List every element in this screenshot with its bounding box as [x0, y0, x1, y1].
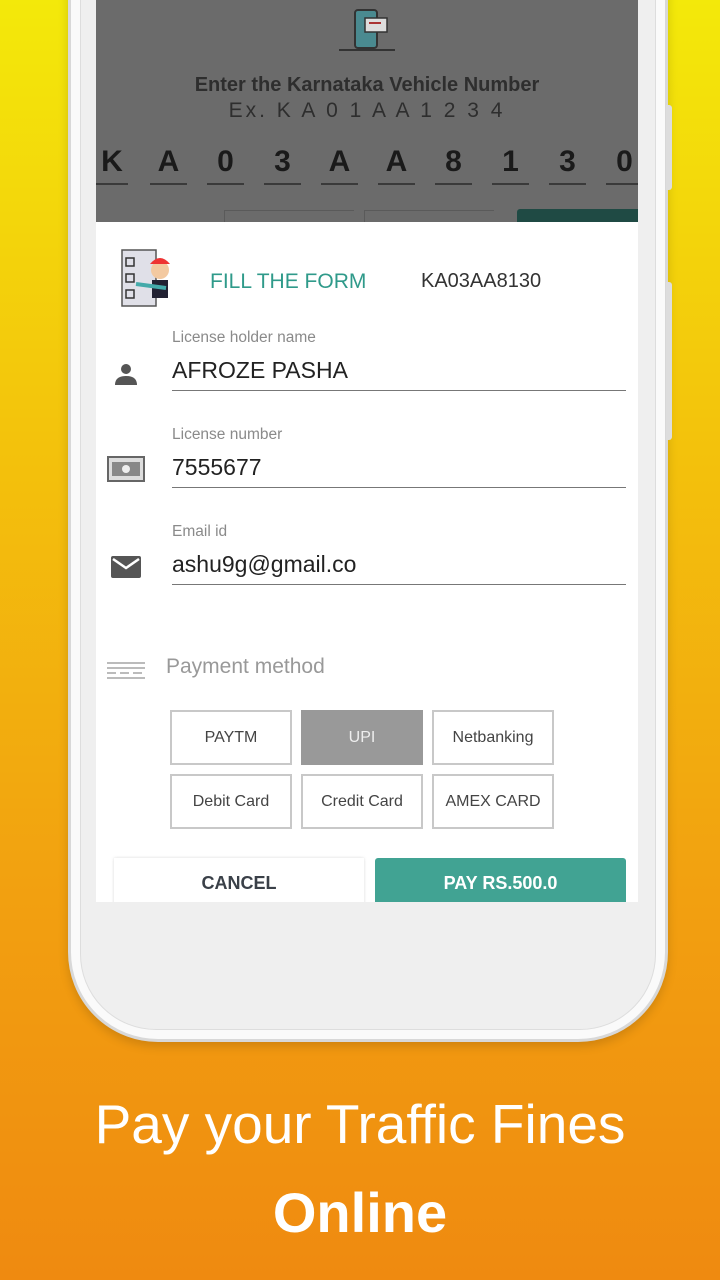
vehicle-number-inputs: K A 0 3 A A 8 1 3 0	[96, 145, 638, 185]
license-holder-name-input[interactable]: AFROZE PASHA	[172, 347, 626, 391]
char-input[interactable]: 3	[264, 145, 301, 185]
char-input[interactable]: 3	[549, 145, 586, 185]
char-input[interactable]: 1	[492, 145, 529, 185]
char-input[interactable]: 0	[207, 145, 244, 185]
hidden-button	[224, 210, 354, 222]
dimmed-background-page: Enter the Karnataka Vehicle Number Ex. K…	[96, 0, 638, 222]
email-field[interactable]: Email id ashu9g@gmail.co	[172, 523, 626, 585]
vehicle-number-example: Ex. K A 0 1 A A 1 2 3 4	[228, 99, 506, 122]
pay-button[interactable]: PAY RS.500.0	[375, 858, 626, 902]
phone-side-button	[666, 282, 672, 440]
cancel-button[interactable]: CANCEL	[114, 858, 364, 902]
char-input[interactable]: 0	[606, 145, 638, 185]
phone-side-button	[666, 105, 672, 190]
app-screen: Enter the Karnataka Vehicle Number Ex. K…	[96, 0, 638, 902]
license-number-field[interactable]: License number 7555677	[172, 426, 626, 488]
payment-option-upi[interactable]: UPI	[301, 710, 423, 765]
form-heading: FILL THE FORM	[210, 270, 367, 293]
char-input[interactable]: A	[378, 145, 415, 185]
payment-method-label: Payment method	[166, 655, 325, 678]
caption-line-2: Online	[272, 1181, 448, 1244]
hidden-button	[364, 210, 494, 222]
payment-option-debit-card[interactable]: Debit Card	[170, 774, 292, 829]
payment-option-amex-card[interactable]: AMEX CARD	[432, 774, 554, 829]
email-icon	[111, 556, 141, 578]
email-input[interactable]: ashu9g@gmail.co	[172, 541, 626, 585]
phone-message-icon	[339, 9, 395, 51]
field-label: Email id	[172, 523, 228, 540]
vehicle-number-title: Enter the Karnataka Vehicle Number	[194, 74, 540, 96]
payment-option-credit-card[interactable]: Credit Card	[301, 774, 423, 829]
payment-lines-icon	[107, 662, 145, 679]
license-holder-name-field[interactable]: License holder name AFROZE PASHA	[172, 329, 626, 391]
caption-line-1: Pay your Traffic Fines	[94, 1093, 626, 1155]
char-input[interactable]: K	[96, 145, 128, 185]
payment-option-netbanking[interactable]: Netbanking	[432, 710, 554, 765]
vehicle-number-display: KA03AA8130	[421, 270, 542, 292]
person-icon	[115, 364, 137, 385]
field-label: License number	[172, 426, 283, 443]
license-number-input[interactable]: 7555677	[172, 444, 626, 488]
field-label: License holder name	[172, 329, 316, 346]
char-input[interactable]: 8	[435, 145, 472, 185]
form-illustration-icon	[121, 249, 170, 307]
license-card-icon	[107, 456, 145, 482]
hidden-submit-button	[517, 209, 638, 222]
char-input[interactable]: A	[150, 145, 187, 185]
char-input[interactable]: A	[321, 145, 358, 185]
payment-option-paytm[interactable]: PAYTM	[170, 710, 292, 765]
